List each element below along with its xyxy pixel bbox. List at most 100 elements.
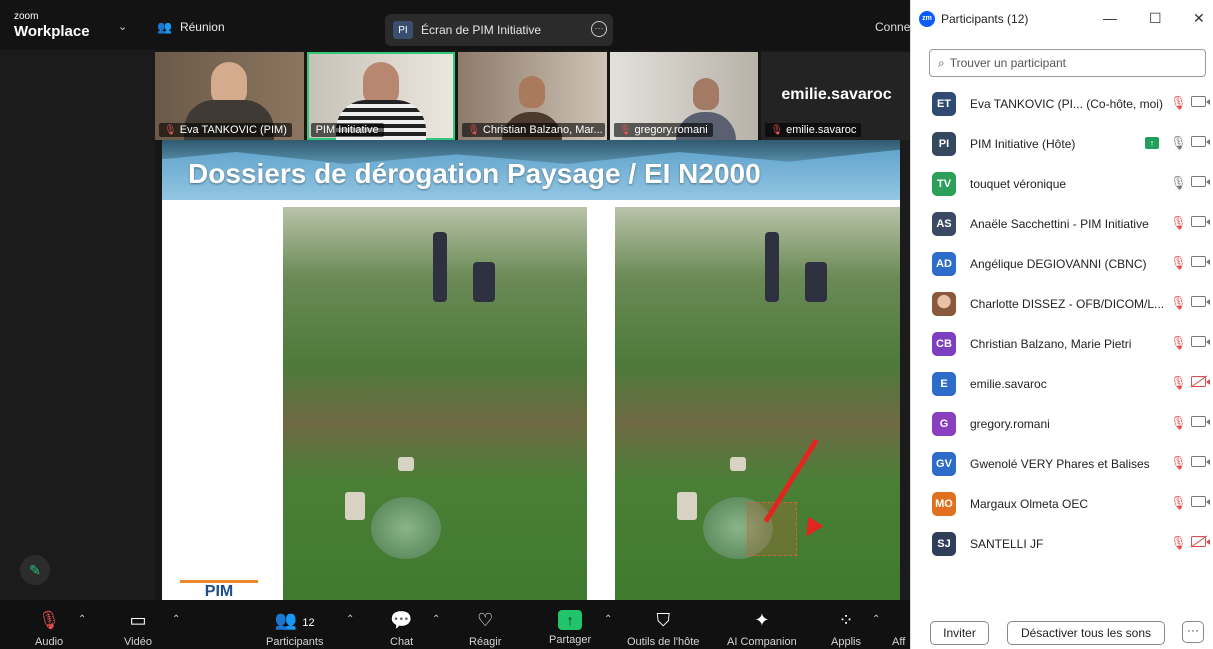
participant-name: Margaux Olmeta OEC — [970, 497, 1089, 511]
chat-options-caret[interactable]: ⌃ — [432, 614, 440, 625]
audio-button[interactable]: 🎙 Audio — [35, 608, 63, 648]
participant-name: Charlotte DISSEZ - OFB/DICOM/L... — [970, 297, 1165, 311]
camera-icon[interactable] — [1191, 336, 1210, 347]
camera-icon[interactable] — [1191, 256, 1210, 267]
search-icon: ⌕ — [938, 55, 945, 70]
chevron-down-icon[interactable]: ⌄ — [118, 20, 127, 33]
participant-name: Gwenolé VERY Phares et Balises — [970, 457, 1150, 471]
search-placeholder: Trouver un participant — [949, 56, 1067, 70]
participant-row[interactable]: Ggregory.romani 🎙 — [911, 404, 1213, 444]
camera-icon[interactable] — [1191, 416, 1210, 427]
invite-button[interactable]: Inviter — [930, 621, 989, 645]
participant-name: PIM Initiative (Hôte) — [970, 137, 1076, 151]
participants-button[interactable]: 👥 12 Participants — [266, 608, 323, 648]
video-button[interactable]: ▭ Vidéo — [124, 608, 152, 648]
mic-off-icon[interactable]: 🎙 — [1170, 295, 1187, 311]
mic-off-icon: 🎙 — [37, 610, 61, 630]
meeting-toolbar: 🎙 Audio ⌃ ▭ Vidéo ⌃ 👥 12 Participants ⌃ 💬 Ch… — [0, 600, 910, 649]
meeting-info-button[interactable]: 👥 Réunion — [157, 20, 225, 34]
video-tile[interactable]: 🎙 Christian Balzano, Mar... — [458, 52, 607, 140]
mic-off-icon[interactable]: 🎙 — [1170, 375, 1187, 391]
audio-options-caret[interactable]: ⌃ — [78, 614, 86, 625]
panel-title: Participants (12) — [941, 12, 1029, 26]
rock — [730, 457, 746, 471]
participant-row[interactable]: AS Anaële Sacchettini - PIM Initiative 🎙 — [911, 204, 1213, 244]
mic-off-icon[interactable]: 🎙 — [1170, 415, 1187, 431]
participants-panel: zm Participants (12) — ☐ ✕ ⌕ Trouver un … — [910, 0, 1213, 649]
mic-off-icon[interactable]: 🎙 — [1170, 215, 1187, 231]
zoom-logo: zoom Workplace — [14, 11, 90, 40]
chat-button[interactable]: 💬 Chat — [390, 608, 413, 648]
maximize-icon[interactable]: ☐ — [1149, 10, 1162, 27]
search-participant-input[interactable]: ⌕ Trouver un participant — [929, 49, 1206, 77]
camera-icon[interactable] — [1191, 496, 1210, 507]
participant-name: touquet véronique — [970, 177, 1067, 191]
mic-off-icon[interactable]: 🎙 — [1170, 535, 1187, 551]
more-options-icon[interactable]: ··· — [1182, 621, 1204, 643]
close-icon[interactable]: ✕ — [1193, 10, 1205, 27]
brand-line1: zoom — [14, 11, 39, 22]
camera-icon[interactable] — [1191, 296, 1210, 307]
more-button[interactable]: Aff — [892, 608, 905, 648]
more-options-icon[interactable]: ··· — [591, 21, 607, 37]
video-tile[interactable]: 🎙 gregory.romani — [609, 52, 759, 140]
video-options-caret[interactable]: ⌃ — [172, 614, 180, 625]
camera-icon[interactable] — [1191, 136, 1210, 147]
apps-button[interactable]: ⁘ Applis — [831, 608, 861, 648]
zoom-meeting-window: zoom Workplace ⌄ 👥 Réunion PI Écran de P… — [0, 0, 910, 649]
participant-row[interactable]: GV Gwenolé VERY Phares et Balises 🎙 — [911, 444, 1213, 484]
mic-icon[interactable]: 🎙 — [1170, 135, 1187, 151]
sharing-icon: ↑ — [1145, 137, 1159, 149]
participants-icon: 👥 12 — [274, 610, 315, 630]
screen-share-indicator[interactable]: PI Écran de PIM Initiative ··· — [385, 14, 613, 46]
participant-face — [519, 76, 546, 108]
camera-off-icon[interactable] — [1191, 376, 1210, 387]
mic-off-icon: 🎙 — [164, 124, 177, 136]
participants-options-caret[interactable]: ⌃ — [346, 614, 354, 625]
host-tools-button[interactable]: ⛉ Outils de l'hôte — [627, 608, 699, 648]
share-options-caret[interactable]: ⌃ — [604, 614, 612, 625]
camera-icon[interactable] — [1191, 216, 1210, 227]
heart-icon: ♡ — [477, 610, 494, 630]
pim-logo: PIM — [180, 580, 258, 600]
react-button[interactable]: ♡ Réagir — [469, 608, 501, 648]
mic-off-icon[interactable]: 🎙 — [1170, 95, 1187, 111]
mic-off-icon[interactable]: 🎙 — [1170, 335, 1187, 351]
ai-companion-button[interactable]: ✦ AI Companion — [727, 608, 797, 648]
participant-row[interactable]: Eemilie.savaroc 🎙 — [911, 364, 1213, 404]
participant-row[interactable]: MO Margaux Olmeta OEC 🎙 — [911, 484, 1213, 524]
participant-name: Christian Balzano, Marie Pietri — [970, 337, 1132, 351]
video-tile-active-speaker[interactable]: PIM Initiative — [306, 52, 456, 140]
participant-row[interactable]: Charlotte DISSEZ - OFB/DICOM/L... 🎙 — [911, 284, 1213, 324]
annotate-pencil-icon[interactable]: ✎ — [20, 555, 50, 585]
participant-list: ET Eva TANKOVIC (PI... (Co-hôte, moi) 🎙 PI P… — [911, 84, 1213, 564]
person-figure — [433, 232, 447, 302]
brand-line2: Workplace — [14, 23, 90, 40]
participant-row[interactable]: TV touquet véronique 🎙 — [911, 164, 1213, 204]
minimize-icon[interactable]: — — [1103, 10, 1117, 26]
camera-icon[interactable] — [1191, 96, 1210, 107]
mic-off-icon[interactable]: 🎙 — [1170, 495, 1187, 511]
video-tile-no-camera[interactable]: emilie.savaroc 🎙 emilie.savaroc — [761, 52, 910, 140]
camera-icon[interactable] — [1191, 456, 1210, 467]
camera-off-icon[interactable] — [1191, 536, 1210, 547]
participant-row[interactable]: AD Angélique DEGIOVANNI (CBNC) 🎙 — [911, 244, 1213, 284]
mic-off-icon[interactable]: 🎙 — [1170, 255, 1187, 271]
apps-options-caret[interactable]: ⌃ — [872, 614, 880, 625]
mic-off-icon[interactable]: 🎙 — [1170, 455, 1187, 471]
avatar: AD — [932, 252, 956, 276]
camera-icon[interactable] — [1191, 176, 1210, 187]
participant-row[interactable]: ET Eva TANKOVIC (PI... (Co-hôte, moi) 🎙 — [911, 84, 1213, 124]
share-button[interactable]: ↑ Partager — [549, 608, 591, 646]
mic-icon[interactable]: 🎙 — [1170, 175, 1187, 191]
participant-row[interactable]: CB Christian Balzano, Marie Pietri 🎙 — [911, 324, 1213, 364]
mute-all-button[interactable]: Désactiver tous les sons — [1007, 621, 1165, 645]
sharer-avatar: PI — [393, 21, 413, 39]
participant-row[interactable]: PI PIM Initiative (Hôte) ↑ 🎙 — [911, 124, 1213, 164]
participant-row[interactable]: SJ SANTELLI JF 🎙 — [911, 524, 1213, 564]
person-figure — [805, 262, 827, 302]
camera-icon: ▭ — [129, 610, 147, 630]
video-tile[interactable]: 🎙 Eva TANKOVIC (PIM) — [155, 52, 304, 140]
mic-off-icon: 🎙 — [618, 124, 632, 136]
connection-status: Conne — [875, 20, 910, 34]
